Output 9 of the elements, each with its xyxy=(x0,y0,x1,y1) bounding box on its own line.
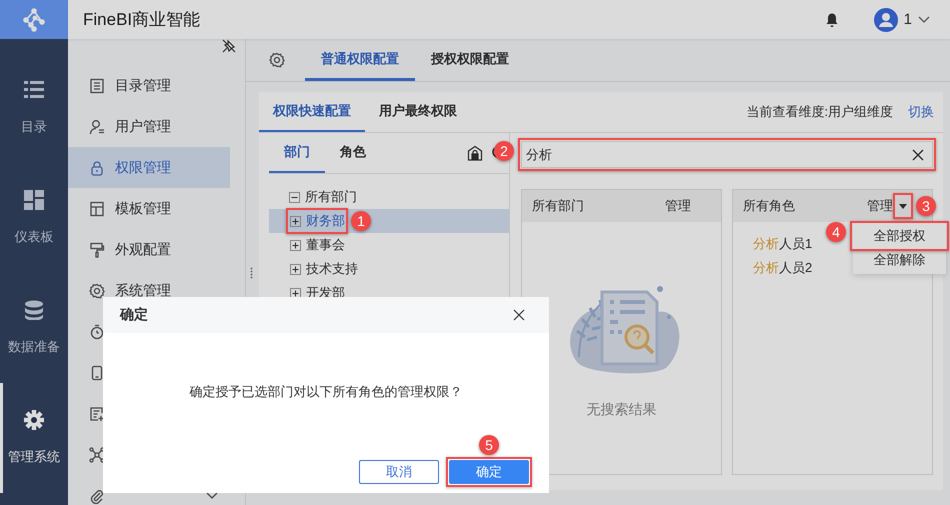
column-header: 管理 xyxy=(867,197,893,215)
dialog-title: 确定 xyxy=(120,306,148,324)
empty-state-text: 无搜索结果 xyxy=(586,401,656,419)
column-header: 所有部门 xyxy=(532,197,584,215)
dimension-label: 当前查看维度:用户组维度 xyxy=(746,103,893,121)
column-header: 管理 xyxy=(665,197,691,215)
dialog-message: 确定授予已选部门对以下所有角色的管理权限？ xyxy=(190,382,462,400)
column-header: 所有角色 xyxy=(743,197,795,215)
app-title: FineBI商业智能 xyxy=(83,9,200,31)
